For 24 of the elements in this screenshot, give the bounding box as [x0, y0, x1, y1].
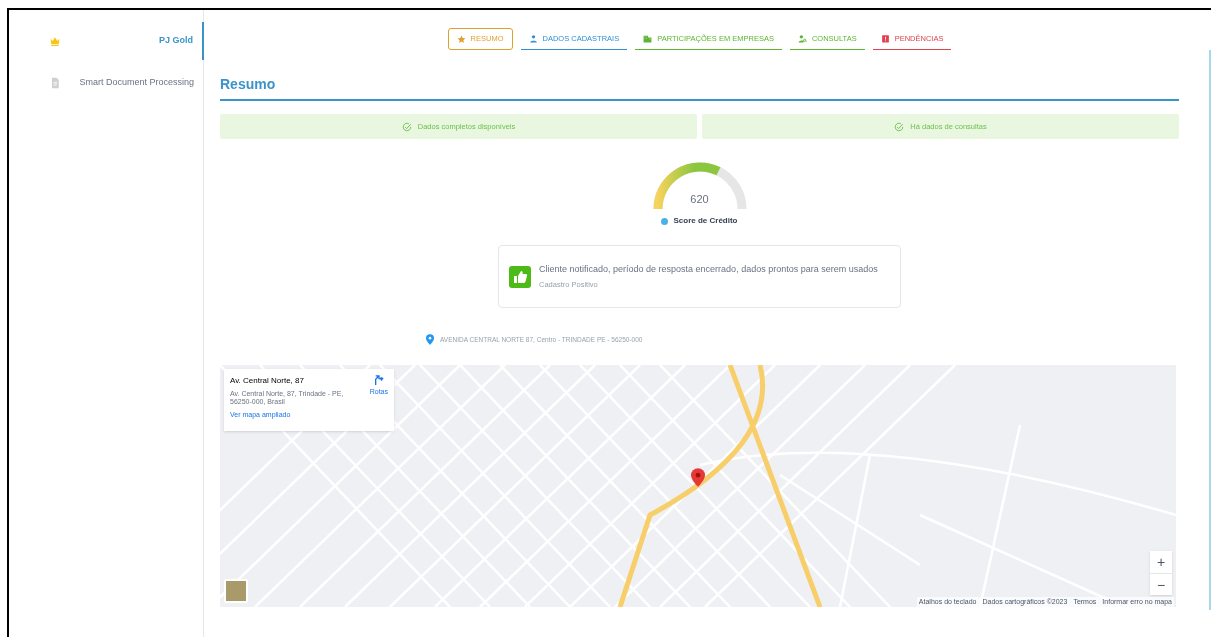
score-label: Score de Crédito [673, 215, 738, 227]
notice-message: Cliente notificado, período de resposta encerrado, dados prontos para serem usados [539, 263, 878, 277]
crown-icon [49, 35, 61, 47]
place-title: Av. Central Norte, 87 [230, 375, 305, 387]
zoom-in-button[interactable]: + [1150, 551, 1172, 573]
zoom-out-button[interactable]: − [1150, 573, 1172, 595]
info-icon [661, 217, 669, 225]
alert-icon [880, 34, 890, 43]
sidebar-item[interactable]: PJ Gold [9, 22, 204, 60]
sidebar-item[interactable]: Smart Document Processing [9, 64, 203, 102]
section-title: Resumo [220, 74, 1179, 101]
thumbs-up-icon [509, 265, 531, 288]
satellite-view-button[interactable] [224, 579, 248, 603]
building-icon [643, 34, 653, 43]
check-circle-icon [401, 121, 412, 132]
score-value: 620 [689, 191, 710, 207]
star-icon [456, 34, 466, 44]
check-circle-icon [894, 121, 905, 132]
document-icon [49, 77, 61, 89]
person-icon [528, 34, 538, 43]
person-search-icon [797, 34, 807, 43]
location-pin-icon [426, 334, 434, 345]
map-pin-icon [691, 468, 705, 487]
route-arrow-icon [373, 375, 384, 385]
